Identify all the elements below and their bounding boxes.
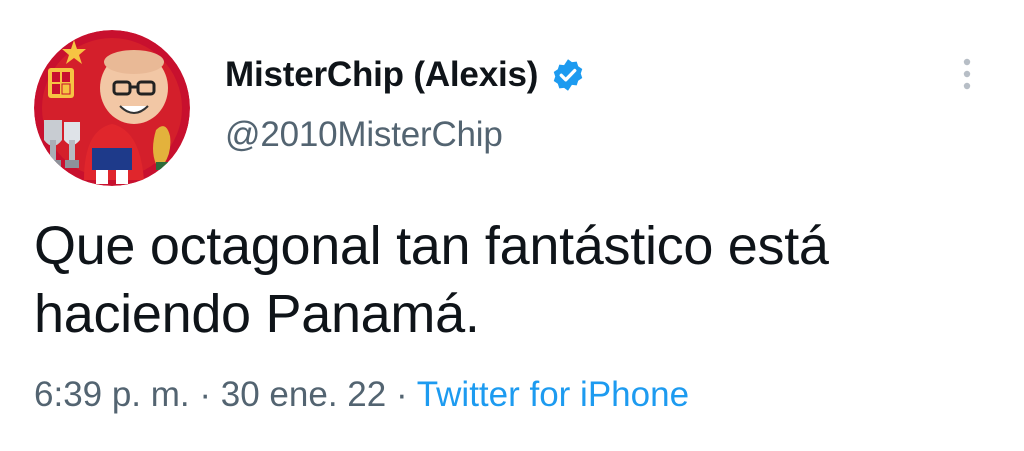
tweet-card: MisterChip (Alexis) @2010MisterChip Que … <box>0 0 1024 451</box>
tweet-source-link[interactable]: Twitter for iPhone <box>417 375 689 414</box>
avatar-illustration <box>34 30 190 186</box>
meta-separator: · <box>199 375 221 414</box>
tweet-text: Que octagonal tan fantástico está hacien… <box>34 216 829 344</box>
meta-separator: · <box>395 375 417 414</box>
tweet-meta: 6:39 p. m. · 30 ene. 22 · Twitter for iP… <box>34 375 689 415</box>
display-name[interactable]: MisterChip (Alexis) <box>225 55 538 95</box>
tweet-date[interactable]: 30 ene. 22 <box>221 375 386 414</box>
tweet-time[interactable]: 6:39 p. m. <box>34 375 190 414</box>
user-handle[interactable]: @2010MisterChip <box>225 115 503 155</box>
avatar[interactable] <box>34 30 190 186</box>
name-row: MisterChip (Alexis) <box>225 50 586 100</box>
more-vertical-icon[interactable] <box>956 56 978 96</box>
verified-badge-icon <box>550 57 586 93</box>
